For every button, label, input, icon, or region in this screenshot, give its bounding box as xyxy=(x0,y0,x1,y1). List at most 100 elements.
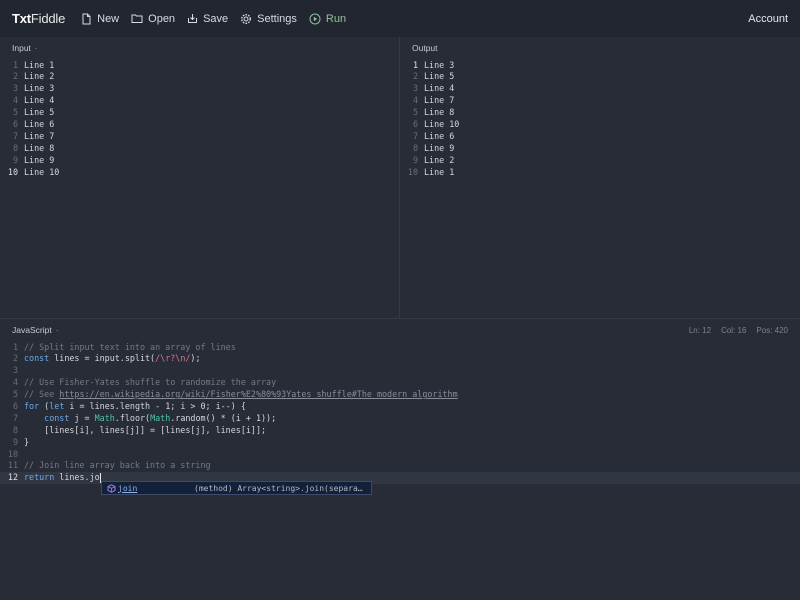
javascript-pane-menu[interactable]: · xyxy=(56,326,59,335)
line-number: 2 xyxy=(12,71,18,82)
line-text: Line 1 xyxy=(24,59,55,70)
line-number: 6 xyxy=(12,118,18,129)
text-line: 6 Line 6 xyxy=(0,119,399,131)
play-circle-icon xyxy=(309,13,321,24)
open-button[interactable]: Open xyxy=(125,0,181,37)
text-line: 8 Line 9 xyxy=(400,143,800,155)
code-line: 6 for (let i = lines.length - 1; i > 0; i… xyxy=(12,400,246,411)
new-file-icon xyxy=(82,13,91,24)
wikipedia-link[interactable]: https://en.wikipedia.org/wiki/Fisher%E2%… xyxy=(59,389,457,399)
code-line: 9} xyxy=(12,436,30,447)
line-text: Line 1 xyxy=(424,166,455,177)
line-number: 6 xyxy=(412,118,418,129)
status-position: Pos: 420 xyxy=(756,325,788,335)
javascript-pane-title: JavaScript xyxy=(12,325,52,335)
save-button[interactable]: Save xyxy=(181,0,234,37)
code-line: 8 [lines[i], lines[j]] = [lines[j], line… xyxy=(12,424,267,435)
status-column: Col: 16 xyxy=(721,325,747,335)
line-text: Line 10 xyxy=(24,166,60,177)
save-icon xyxy=(188,14,198,23)
text-line: 10 Line 1 xyxy=(400,167,800,179)
app-logo[interactable]: TxtFiddle xyxy=(12,11,65,26)
input-editor[interactable]: 1 Line 1 2 Line 2 3 Line 3 4 Line 4 5 Line 5 6 Line… xyxy=(0,59,399,178)
text-line: 10 Line 10 xyxy=(0,167,399,179)
input-pane-menu[interactable]: · xyxy=(35,44,38,53)
text-line: 3 Line 3 xyxy=(0,83,399,95)
line-number: 1 xyxy=(412,59,418,70)
autocomplete-suggestion[interactable]: join (method) Array<string>.join(separa… xyxy=(101,481,372,495)
javascript-editor[interactable]: 1// Split input text into an array of li… xyxy=(0,341,800,485)
text-line: 2 Line 5 xyxy=(400,71,800,83)
line-number: 7 xyxy=(12,130,18,141)
line-text: Line 8 xyxy=(24,142,55,153)
line-text: Line 7 xyxy=(24,130,55,141)
new-button[interactable]: New xyxy=(75,0,125,37)
line-text: Line 2 xyxy=(24,71,55,82)
line-number: 2 xyxy=(412,71,418,82)
line-text: Line 9 xyxy=(424,142,455,153)
line-text: Line 3 xyxy=(424,59,455,70)
line-number: 1 xyxy=(12,59,18,70)
gear-icon xyxy=(241,13,252,24)
line-number: 3 xyxy=(412,83,418,94)
output-pane: Output 1 Line 3 2 Line 5 3 Line 4 4 Line 7 5 Line… xyxy=(400,37,800,318)
settings-button[interactable]: Settings xyxy=(234,0,303,37)
text-line: 7 Line 6 xyxy=(400,131,800,143)
text-line: 5 Line 8 xyxy=(400,107,800,119)
text-line: 7 Line 7 xyxy=(0,131,399,143)
line-text: Line 3 xyxy=(24,83,55,94)
text-line: 1 Line 1 xyxy=(0,60,399,72)
output-pane-header: Output xyxy=(400,37,800,59)
text-line: 9 Line 9 xyxy=(0,155,399,167)
text-line: 9 Line 2 xyxy=(400,155,800,167)
text-line: 8 Line 8 xyxy=(0,143,399,155)
method-cube-icon xyxy=(104,483,118,493)
folder-icon xyxy=(131,14,143,23)
text-line: 4 Line 7 xyxy=(400,95,800,107)
text-line: 1 Line 3 xyxy=(400,60,800,72)
line-text: Line 4 xyxy=(24,95,55,106)
line-number: 9 xyxy=(412,154,418,165)
text-line: 5 Line 5 xyxy=(0,107,399,119)
line-text: Line 6 xyxy=(24,118,55,129)
code-line: 2 const lines = input.split(/\r?\n/); xyxy=(12,353,201,364)
input-pane: Input · 1 Line 1 2 Line 2 3 Line 3 4 Line 4 5 Lin… xyxy=(0,37,399,318)
code-line: 4// Use Fisher-Yates shuffle to randomiz… xyxy=(12,377,277,388)
line-number: 3 xyxy=(12,83,18,94)
output-editor[interactable]: 1 Line 3 2 Line 5 3 Line 4 4 Line 7 5 Line 8 6 Line… xyxy=(400,59,800,178)
line-text: Line 6 xyxy=(424,130,455,141)
javascript-pane: JavaScript · Ln: 12 Col: 16 Pos: 420 1//… xyxy=(0,319,800,600)
line-text: Line 8 xyxy=(424,107,455,118)
line-number: 8 xyxy=(412,142,418,153)
text-line: 6 Line 10 xyxy=(400,119,800,131)
line-number: 7 xyxy=(412,130,418,141)
line-text: Line 7 xyxy=(424,95,455,106)
suggestion-detail: (method) Array<string>.join(separa… xyxy=(194,483,363,493)
line-number: 5 xyxy=(12,107,18,118)
line-number: 8 xyxy=(12,142,18,153)
text-line: 2 Line 2 xyxy=(0,71,399,83)
run-button[interactable]: Run xyxy=(303,0,352,37)
line-number: 10 xyxy=(7,166,18,177)
status-line: Ln: 12 xyxy=(688,325,712,335)
code-line: 1// Split input text into an array of li… xyxy=(12,341,236,352)
line-text: Line 2 xyxy=(424,154,455,165)
code-line: 5// See https://en.wikipedia.org/wiki/Fi… xyxy=(12,389,458,400)
line-text: Line 10 xyxy=(424,118,460,129)
line-number: 4 xyxy=(12,95,18,106)
account-link[interactable]: Account xyxy=(748,0,788,37)
input-pane-header: Input · xyxy=(0,37,399,59)
line-number: 4 xyxy=(412,95,418,106)
top-bar: TxtFiddle New Open Save Settings Run Acc… xyxy=(0,0,800,37)
code-line: 11// Join line array back into a string xyxy=(7,460,211,471)
cursor-status: Ln: 12 Col: 16 Pos: 420 xyxy=(679,319,788,341)
text-line: 4 Line 4 xyxy=(0,95,399,107)
output-pane-title: Output xyxy=(412,43,438,53)
line-number: 9 xyxy=(12,154,18,165)
code-line: 7 const j = Math.floor(Math.random() * (… xyxy=(12,412,277,423)
code-line: 3 xyxy=(12,365,18,376)
input-pane-title: Input xyxy=(12,43,31,53)
line-text: Line 5 xyxy=(24,107,55,118)
line-text: Line 9 xyxy=(24,154,55,165)
line-text: Line 5 xyxy=(424,71,455,82)
